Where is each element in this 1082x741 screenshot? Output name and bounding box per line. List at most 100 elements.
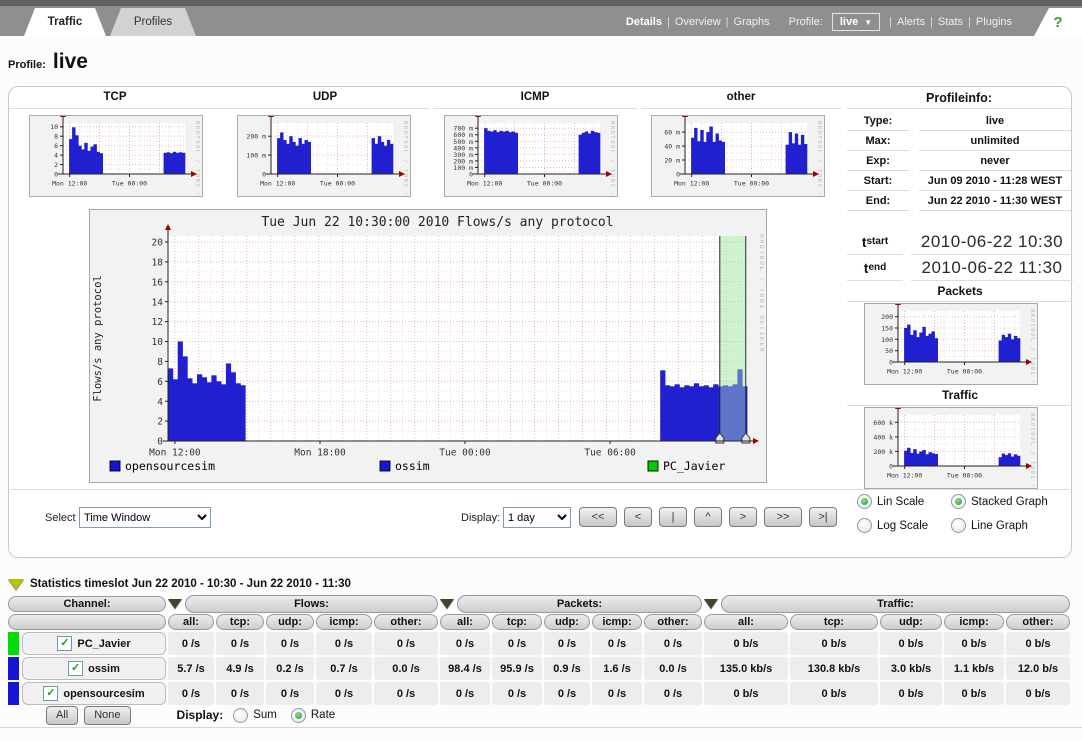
icmp-mini-graph[interactable]: 0100 m200 m300 m400 m500 m600 m700 mMon …	[444, 115, 618, 197]
graph-nav-button-2[interactable]: |	[659, 507, 687, 527]
radio-scale-lin-scale[interactable]: Lin Scale	[857, 494, 928, 509]
channel-subheader-empty	[8, 614, 166, 630]
svg-text:6: 6	[54, 142, 58, 150]
stat-value: 0 /s	[440, 682, 490, 705]
separator: |	[930, 16, 933, 28]
tcp-mini-graph[interactable]: 0246810Mon 12:00Tue 00:00RRDTOOL / TOBI …	[29, 115, 203, 197]
question-mark-icon: ?	[1053, 14, 1062, 31]
profileinfo-label: Start:	[847, 171, 909, 191]
scale-options: Lin Scale Log Scale	[857, 494, 928, 533]
graph-nav-button-4[interactable]: >	[729, 507, 757, 527]
stat-value: 0 b/s	[790, 682, 878, 705]
stat-value: 95.9 /s	[492, 657, 542, 680]
stat-value: 5.7 /s	[168, 657, 214, 680]
packets-mini-graph[interactable]: 050100150200Mon 12:00Tue 00:00RRDTOOL / …	[864, 303, 1038, 385]
group-header-label: Flows:	[185, 595, 438, 613]
stat-value: 0 /s	[644, 632, 702, 655]
sort-arrow-icon[interactable]	[704, 599, 718, 609]
graph-nav-button-5[interactable]: >>	[764, 507, 802, 527]
tstart-value: 2010-06-22 10:30	[911, 229, 1073, 255]
collapse-arrow-icon[interactable]	[8, 579, 24, 590]
stat-value: 0.2 /s	[266, 657, 314, 680]
channel-pill: ✓PC_Javier	[22, 632, 166, 655]
svg-text:Mon 12:00: Mon 12:00	[149, 448, 201, 459]
svg-text:RRDTOOL / TOBI OETIKER: RRDTOOL / TOBI OETIKER	[402, 121, 408, 194]
graph-nav-button-0[interactable]: <<	[579, 507, 617, 527]
graph-nav-button-1[interactable]: <	[624, 507, 652, 527]
svg-text:opensourcesim: opensourcesim	[125, 459, 215, 473]
nav-link-plugins[interactable]: Plugins	[976, 16, 1012, 28]
graph-nav-button-3[interactable]: ^	[694, 507, 722, 527]
nav-link-stats[interactable]: Stats	[938, 16, 963, 28]
nav-link-details[interactable]: Details	[626, 16, 662, 28]
svg-text:0: 0	[676, 171, 680, 179]
stat-value: 0 /s	[440, 632, 490, 655]
channel-color-swatch	[8, 657, 19, 680]
radio-icon	[233, 708, 248, 723]
svg-text:150: 150	[881, 325, 893, 333]
nfsen-page: Traffic Profiles Details | Overview | Graphs…	[0, 0, 1082, 741]
traffic-mini-graph[interactable]: 0200 k400 k600 kMon 12:00Tue 00:00RRDTOO…	[864, 407, 1038, 489]
profile-dropdown-value: live	[840, 16, 858, 28]
group-header-packets: Packets:	[440, 596, 702, 612]
svg-text:Tue 00:00: Tue 00:00	[527, 180, 562, 188]
stat-value: 12.0 b/s	[1006, 657, 1070, 680]
all-button[interactable]: All	[46, 706, 78, 725]
header-icmp: ICMP	[433, 91, 637, 109]
radio-scale-log-scale[interactable]: Log Scale	[857, 518, 928, 533]
nav-link-overview[interactable]: Overview	[675, 16, 721, 28]
svg-text:4: 4	[157, 397, 163, 408]
controls-divider	[11, 489, 1069, 490]
channel-color-swatch	[8, 632, 19, 655]
nav-link-alerts[interactable]: Alerts	[897, 16, 925, 28]
radio-label: Sum	[253, 709, 277, 721]
radio-graph-line-graph[interactable]: Line Graph	[951, 518, 1048, 533]
radio-icon	[857, 518, 872, 533]
svg-text:Tue 00:00: Tue 00:00	[734, 180, 769, 188]
subcol-header-other: other:	[1006, 614, 1070, 630]
radio-icon	[951, 518, 966, 533]
tab-traffic[interactable]: Traffic	[24, 8, 106, 36]
page-title: Profile: live	[8, 50, 88, 74]
radio-display-rate[interactable]: Rate	[291, 708, 335, 723]
svg-text:20 m: 20 m	[664, 157, 680, 165]
nav-link-graphs[interactable]: Graphs	[734, 16, 770, 28]
nav-menu: Details|Overview|Graphs Profile: live ▼ …	[626, 8, 1012, 36]
radio-display-sum[interactable]: Sum	[233, 708, 277, 723]
sort-arrow-icon[interactable]	[440, 599, 454, 609]
tend-label: tend	[847, 255, 903, 281]
channel-checkbox[interactable]: ✓	[43, 686, 58, 701]
channel-checkbox[interactable]: ✓	[57, 636, 72, 651]
channel-checkbox[interactable]: ✓	[68, 661, 83, 676]
channel-name: opensourcesim	[63, 688, 144, 700]
group-header-label: Packets:	[457, 595, 702, 613]
channel-name: ossim	[88, 663, 120, 675]
separator: |	[726, 16, 729, 28]
main-flow-graph[interactable]: 02468101214161820Mon 12:00Mon 18:00Tue 0…	[89, 209, 767, 483]
udp-mini-graph[interactable]: 0100 m200 mMon 12:00Tue 00:00RRDTOOL / T…	[237, 115, 411, 197]
time-window-select[interactable]: Time Window	[79, 507, 211, 528]
help-button[interactable]: ?	[1034, 8, 1082, 36]
profile-heading-label: Profile:	[8, 59, 46, 71]
graph-nav-button-6[interactable]: >|	[809, 507, 837, 527]
stat-value: 0 b/s	[1006, 682, 1070, 705]
stat-value: 0 /s	[492, 632, 542, 655]
tab-profiles[interactable]: Profiles	[110, 8, 196, 36]
tab-profiles-label: Profiles	[134, 16, 172, 28]
radio-label: Rate	[311, 709, 335, 721]
tstart-label: tstart	[847, 229, 903, 255]
channel-cell-pc_javier: ✓PC_Javier	[8, 632, 166, 655]
svg-text:RRDTOOL / TOBI OETIKER: RRDTOOL / TOBI OETIKER	[1029, 309, 1035, 382]
svg-text:200 k: 200 k	[873, 448, 893, 456]
svg-text:700 m: 700 m	[453, 125, 473, 133]
subcol-header-tcp: tcp:	[492, 614, 542, 630]
other-mini-graph[interactable]: 020 m40 m60 mMon 12:00Tue 00:00RRDTOOL /…	[651, 115, 825, 197]
profile-dropdown[interactable]: live ▼	[832, 13, 880, 31]
subcol-header-icmp: icmp:	[592, 614, 642, 630]
svg-text:0: 0	[889, 359, 893, 367]
none-button[interactable]: None	[84, 706, 130, 725]
sort-arrow-icon[interactable]	[168, 599, 182, 609]
radio-graph-stacked-graph[interactable]: Stacked Graph	[951, 494, 1048, 509]
display-range-select[interactable]: 1 day	[503, 507, 571, 528]
svg-text:600 k: 600 k	[873, 419, 893, 427]
